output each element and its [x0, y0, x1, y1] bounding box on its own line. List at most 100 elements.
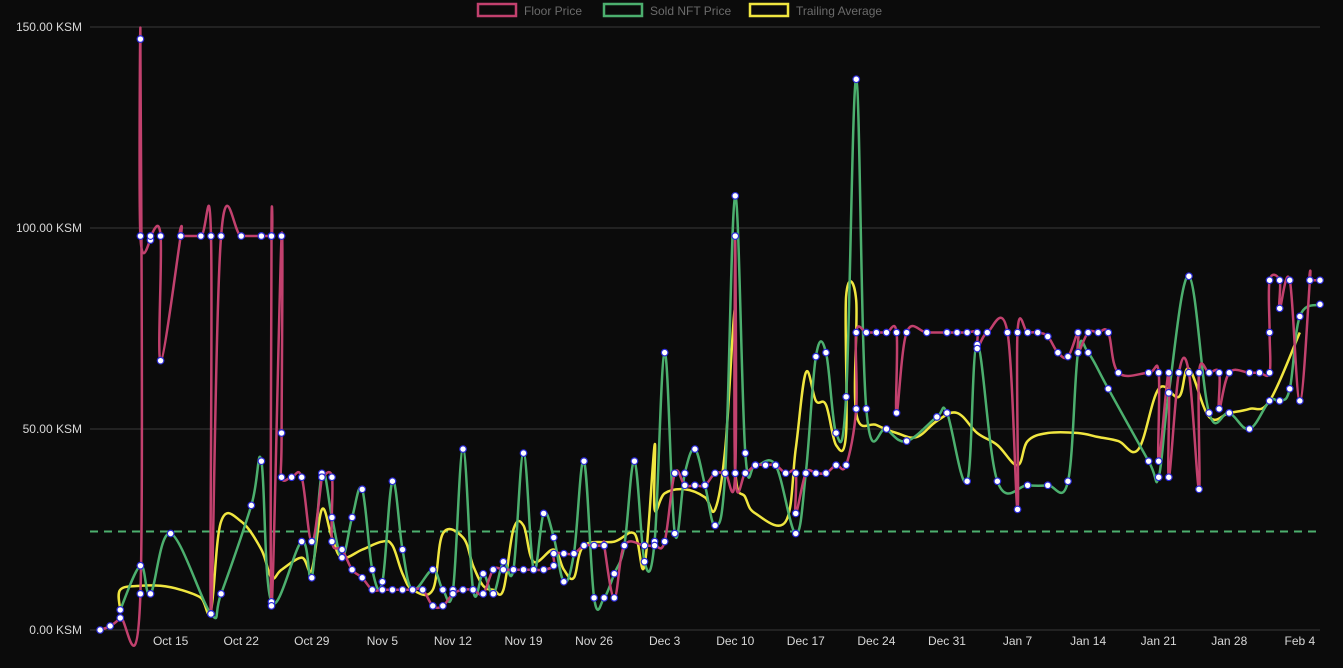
floor-price-point[interactable]: [892, 328, 901, 337]
floor-price-point[interactable]: [519, 565, 528, 574]
floor-price-point[interactable]: [257, 232, 266, 240]
sold-nft-price-point[interactable]: [217, 589, 225, 598]
floor-price-point[interactable]: [842, 461, 851, 470]
sold-nft-price-point[interactable]: [882, 425, 891, 433]
sold-nft-price-point[interactable]: [438, 585, 447, 594]
sold-nft-price-point[interactable]: [398, 545, 407, 554]
sold-nft-price-point[interactable]: [1144, 457, 1153, 466]
sold-nft-price-point[interactable]: [1084, 348, 1093, 357]
floor-price-point[interactable]: [1043, 332, 1052, 341]
floor-price-point[interactable]: [146, 232, 155, 240]
sold-nft-price-point[interactable]: [388, 477, 397, 486]
floor-price-point[interactable]: [670, 469, 679, 478]
floor-price-point[interactable]: [791, 509, 800, 518]
sold-nft-price-point[interactable]: [943, 409, 951, 417]
floor-price-point[interactable]: [1255, 368, 1264, 377]
sold-nft-price-point[interactable]: [731, 191, 740, 200]
sold-nft-price-point[interactable]: [549, 533, 558, 542]
floor-price-point[interactable]: [207, 610, 215, 618]
sold-nft-price-point[interactable]: [499, 557, 508, 566]
floor-price-point[interactable]: [832, 461, 840, 470]
floor-price-point[interactable]: [1265, 328, 1274, 337]
floor-price-point[interactable]: [1195, 485, 1203, 494]
floor-price-point[interactable]: [882, 328, 891, 337]
floor-price-point[interactable]: [217, 232, 225, 240]
floor-price-point[interactable]: [459, 585, 467, 594]
floor-price-point[interactable]: [277, 429, 286, 437]
floor-price-point[interactable]: [1245, 368, 1254, 377]
floor-price-point[interactable]: [801, 469, 810, 478]
sold-nft-price-point[interactable]: [348, 513, 357, 522]
floor-price-point[interactable]: [731, 469, 740, 478]
sold-nft-price-point[interactable]: [812, 352, 820, 361]
floor-price-point[interactable]: [902, 328, 911, 337]
sold-nft-price-point[interactable]: [842, 392, 851, 401]
sold-nft-price-point[interactable]: [902, 437, 911, 445]
sold-nft-price-point[interactable]: [852, 75, 861, 84]
sold-nft-price-point[interactable]: [338, 553, 346, 562]
floor-price-point[interactable]: [1164, 368, 1173, 377]
floor-price-point[interactable]: [701, 481, 709, 490]
floor-price-point[interactable]: [96, 626, 104, 634]
floor-price-point[interactable]: [1064, 352, 1072, 361]
floor-price-point[interactable]: [297, 473, 306, 482]
trailing-average-legend-label[interactable]: Trailing Average: [796, 4, 882, 18]
floor-price-point[interactable]: [559, 549, 568, 558]
floor-price-point[interactable]: [1033, 328, 1042, 337]
sold-nft-price-point[interactable]: [1043, 481, 1052, 490]
floor-price-point[interactable]: [771, 461, 780, 470]
floor-price-point[interactable]: [852, 328, 861, 337]
floor-price-point[interactable]: [953, 328, 961, 337]
floor-price-point[interactable]: [348, 565, 357, 574]
floor-price-point[interactable]: [862, 328, 871, 337]
sold-nft-price-point[interactable]: [1285, 384, 1294, 393]
sold-nft-price-point[interactable]: [539, 509, 548, 518]
sold-nft-price-point[interactable]: [832, 429, 840, 437]
floor-price-point[interactable]: [106, 622, 115, 630]
floor-price-point[interactable]: [509, 565, 518, 574]
sold-nft-price-point[interactable]: [166, 529, 175, 538]
sold-nft-price-point[interactable]: [247, 501, 256, 510]
sold-nft-price-point[interactable]: [630, 457, 639, 466]
sold-nft-price-point[interactable]: [136, 561, 145, 570]
floor-price-point[interactable]: [1225, 368, 1234, 377]
floor-price-point[interactable]: [1265, 368, 1274, 377]
sold-nft-price-point[interactable]: [680, 469, 689, 478]
sold-nft-price-point[interactable]: [640, 557, 649, 566]
floor-price-point[interactable]: [277, 232, 286, 240]
sold-nft-price-point[interactable]: [580, 457, 588, 466]
sold-nft-price-point[interactable]: [1275, 396, 1284, 405]
floor-price-point[interactable]: [1013, 328, 1022, 337]
sold-nft-price-point[interactable]: [862, 405, 871, 413]
floor-price-point[interactable]: [741, 469, 750, 478]
sold-nft-price-point[interactable]: [328, 513, 336, 522]
sold-nft-price-point[interactable]: [489, 589, 498, 598]
floor-price-point[interactable]: [963, 328, 972, 337]
floor-price-point[interactable]: [731, 232, 740, 240]
floor-price-point[interactable]: [1053, 348, 1062, 357]
sold-nft-price-legend-label[interactable]: Sold NFT Price: [650, 4, 731, 18]
floor-price-point[interactable]: [1275, 304, 1284, 313]
floor-price-point[interactable]: [791, 469, 800, 478]
trailing-average-legend-swatch[interactable]: [748, 2, 790, 18]
floor-price-point[interactable]: [600, 541, 609, 550]
floor-price-point[interactable]: [580, 541, 588, 550]
floor-price-point[interactable]: [872, 328, 881, 337]
floor-price-point[interactable]: [751, 461, 760, 470]
floor-price-point[interactable]: [418, 585, 427, 594]
floor-price-point[interactable]: [267, 601, 276, 610]
floor-price-point[interactable]: [328, 473, 336, 482]
floor-price-point[interactable]: [499, 565, 508, 574]
floor-price-point[interactable]: [1104, 328, 1113, 337]
floor-price-point[interactable]: [277, 473, 286, 482]
sold-nft-price-point[interactable]: [358, 485, 367, 494]
floor-price-point[interactable]: [237, 232, 246, 240]
floor-price-point[interactable]: [983, 328, 992, 337]
floor-price-point[interactable]: [943, 328, 951, 337]
sold-nft-price-point[interactable]: [1185, 272, 1193, 281]
floor-price-point[interactable]: [489, 565, 498, 574]
floor-price-point[interactable]: [1306, 276, 1314, 285]
floor-price-point[interactable]: [1215, 405, 1224, 413]
sold-nft-price-point[interactable]: [963, 477, 972, 486]
floor-price-point[interactable]: [1316, 276, 1324, 285]
